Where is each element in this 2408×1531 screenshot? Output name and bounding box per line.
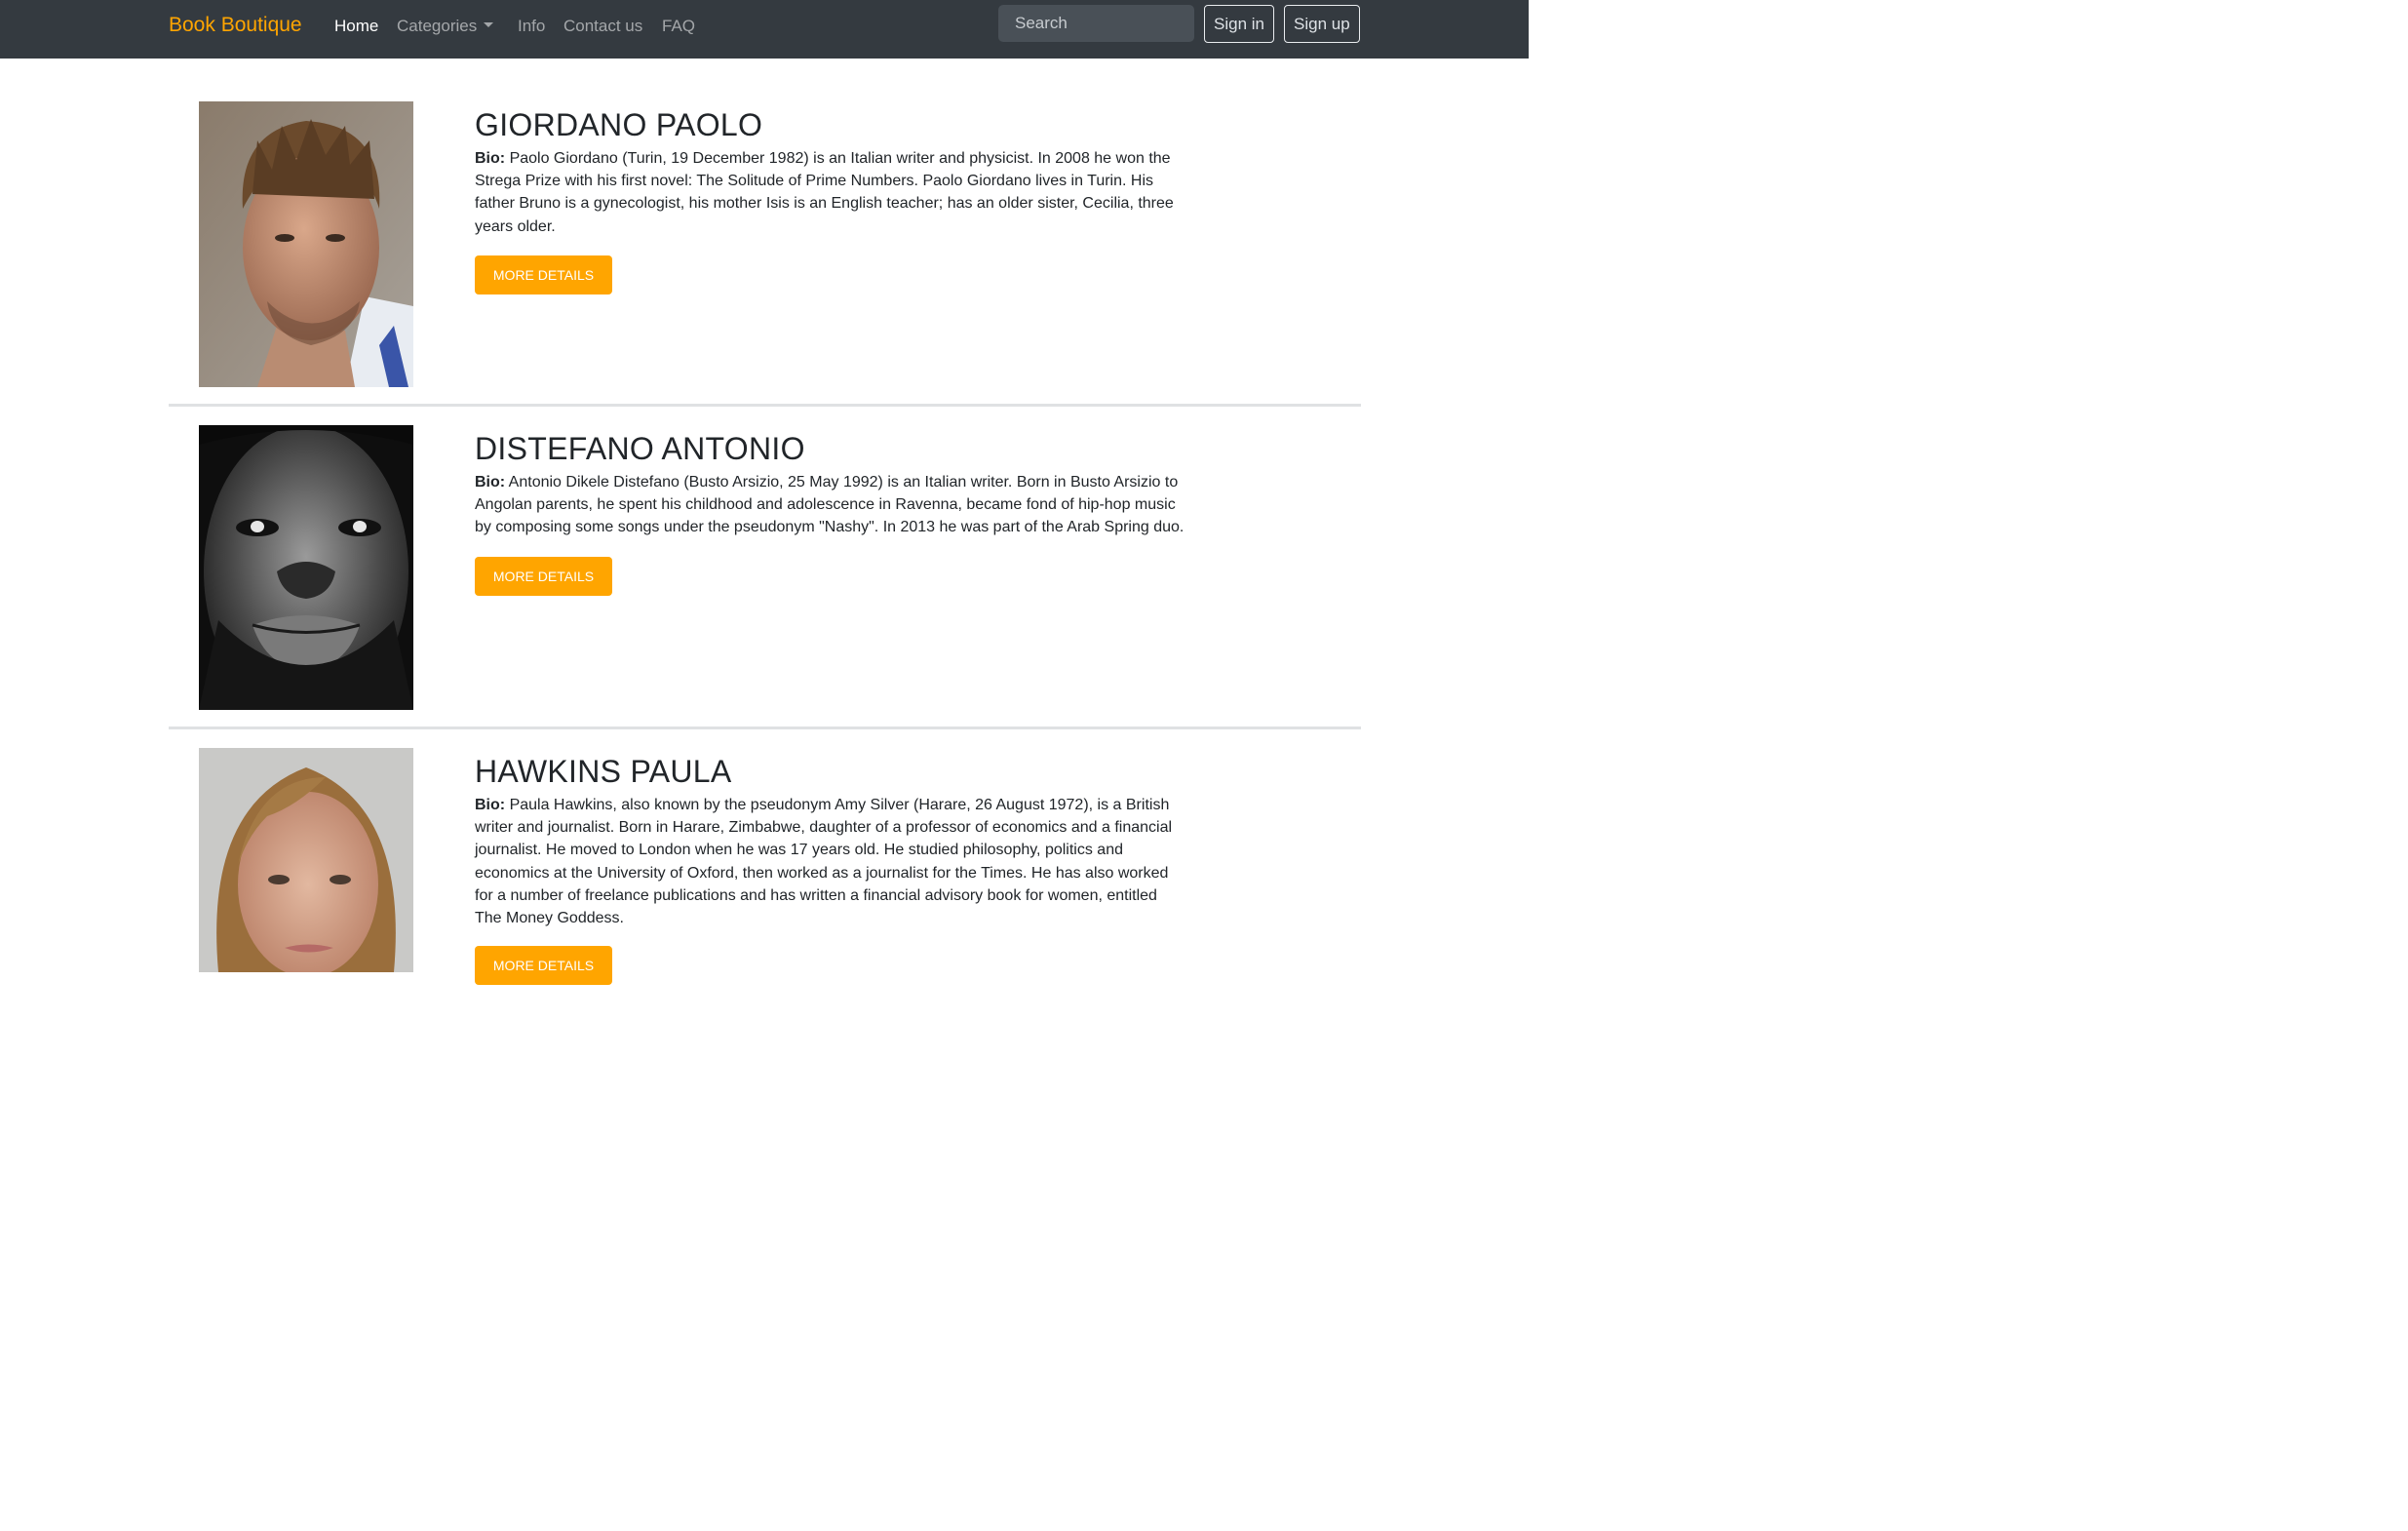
bio-label: Bio: xyxy=(475,474,506,491)
more-details-button[interactable]: More details xyxy=(475,255,612,294)
search-input[interactable] xyxy=(998,5,1194,42)
author-name: HAWKINS PAULA xyxy=(475,754,732,789)
more-details-button[interactable]: More details xyxy=(475,557,612,596)
author-card: HAWKINS PAULA Bio: Paula Hawkins, also k… xyxy=(169,748,1361,985)
nav-info[interactable]: Info xyxy=(518,15,545,38)
chevron-down-icon xyxy=(484,22,494,27)
author-card: DISTEFANO ANTONIO Bio: Antonio Dikele Di… xyxy=(169,425,1361,710)
sign-up-button[interactable]: Sign up xyxy=(1284,5,1360,43)
more-details-button[interactable]: More details xyxy=(475,946,612,985)
bio-text: Antonio Dikele Distefano (Busto Arsizio,… xyxy=(475,474,1185,536)
author-card: GIORDANO PAOLO Bio: Paolo Giordano (Turi… xyxy=(169,101,1361,387)
author-name: DISTEFANO ANTONIO xyxy=(475,431,805,466)
nav-contact-us[interactable]: Contact us xyxy=(563,15,642,38)
bio-text: Paula Hawkins, also known by the pseudon… xyxy=(475,797,1173,927)
nav-home[interactable]: Home xyxy=(334,15,378,38)
author-bio: Bio: Paolo Giordano (Turin, 19 December … xyxy=(475,147,1186,238)
bio-text: Paolo Giordano (Turin, 19 December 1982)… xyxy=(475,150,1174,235)
divider xyxy=(169,726,1361,729)
nav-categories-label: Categories xyxy=(397,17,478,35)
nav-categories-dropdown[interactable]: Categories xyxy=(397,15,494,38)
author-photo-giordano xyxy=(199,101,413,387)
sign-in-button[interactable]: Sign in xyxy=(1204,5,1274,43)
divider xyxy=(169,404,1361,407)
author-photo-distefano xyxy=(199,425,413,710)
author-name: GIORDANO PAOLO xyxy=(475,107,763,142)
brand-link[interactable]: Book Boutique xyxy=(169,12,302,39)
nav-faq[interactable]: FAQ xyxy=(662,15,695,38)
bio-label: Bio: xyxy=(475,150,506,167)
author-bio: Bio: Paula Hawkins, also known by the ps… xyxy=(475,794,1186,929)
author-bio: Bio: Antonio Dikele Distefano (Busto Ars… xyxy=(475,471,1186,539)
top-navbar: Book Boutique Home Categories Info Conta… xyxy=(0,0,1529,59)
bio-label: Bio: xyxy=(475,797,506,813)
author-photo-hawkins xyxy=(199,748,413,972)
